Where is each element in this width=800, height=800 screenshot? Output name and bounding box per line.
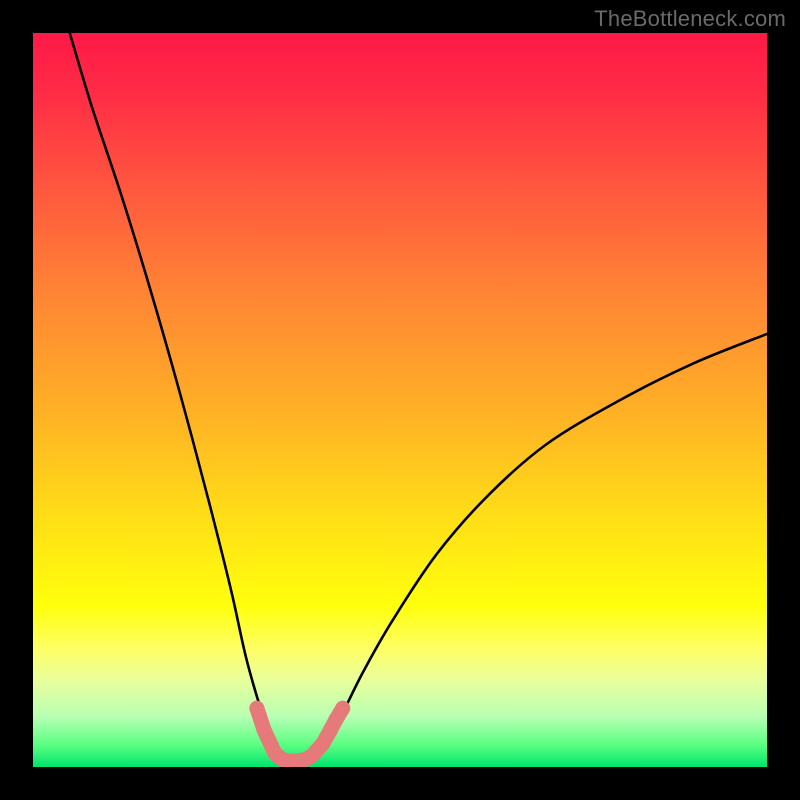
watermark-label: TheBottleneck.com [594,6,786,32]
curve-layer [33,33,767,767]
plot-area [33,33,767,767]
marker-dot [249,701,264,716]
marker-group [249,701,350,761]
chart-frame: TheBottleneck.com [0,0,800,800]
marker-dot [257,723,272,738]
bottleneck-curve [70,33,767,763]
marker-dot [329,712,344,727]
